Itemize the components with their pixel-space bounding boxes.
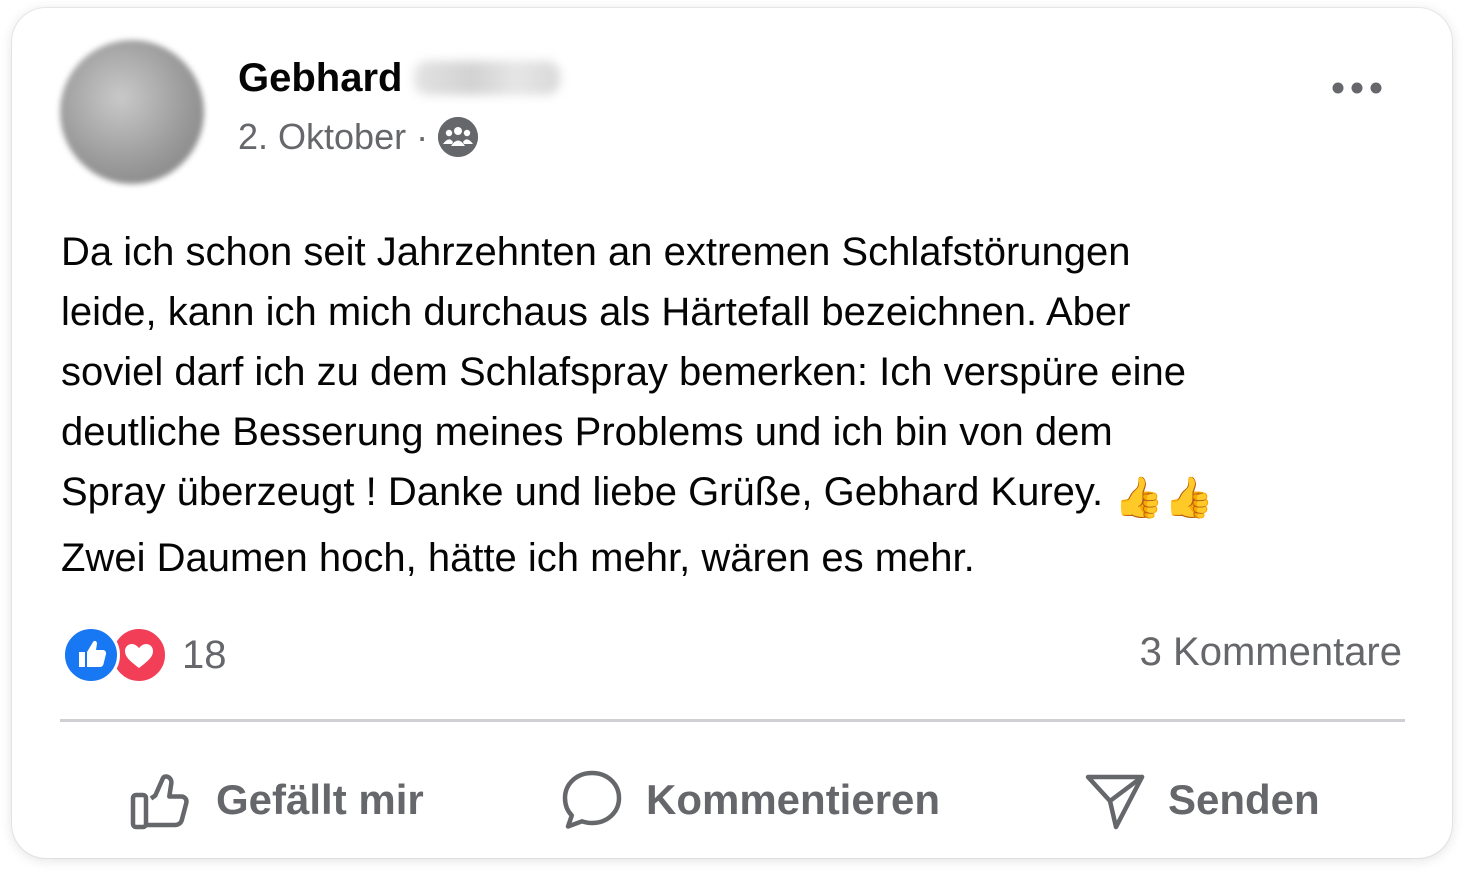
more-icon [1332, 82, 1382, 94]
like-icon [62, 626, 120, 684]
post-text: Da ich schon seit Jahrzehnten an extreme… [61, 222, 1401, 588]
send-icon [1085, 774, 1145, 830]
post-text-line: deutliche Besserung meines Problems und … [61, 410, 1113, 454]
post-meta: 2. Oktober · [238, 116, 479, 158]
divider [60, 719, 1405, 722]
send-button[interactable]: Senden [1084, 760, 1320, 840]
post-text-line: soviel darf ich zu dem Schlafspray bemer… [61, 350, 1186, 394]
meta-separator: · [416, 116, 429, 157]
group-icon[interactable] [438, 117, 479, 157]
more-options-button[interactable] [1322, 70, 1392, 106]
like-button-label: Gefällt mir [216, 776, 424, 823]
post-text-line: Zwei Daumen hoch, hätte ich mehr, wären … [61, 536, 975, 580]
comment-button[interactable]: Kommentieren [560, 760, 940, 840]
thumbs-up-icon [130, 774, 189, 830]
comment-button-label: Kommentieren [646, 776, 941, 823]
avatar[interactable] [60, 40, 204, 184]
post-card: Gebhard 2. Oktober · Da ich schon seit J… [12, 8, 1452, 858]
author-first-name[interactable]: Gebhard [238, 56, 402, 100]
post-text-line-with-emoji: Spray überzeugt ! Danke und liebe Grüße,… [61, 462, 1401, 528]
post-text-line: leide, kann ich mich durchaus als Härtef… [61, 290, 1131, 334]
post-date[interactable]: 2. Oktober [238, 116, 406, 158]
like-button[interactable]: Gefällt mir [130, 760, 424, 840]
post-text-segment: Spray überzeugt ! Danke und liebe Grüße,… [61, 470, 1104, 514]
speech-bubble-icon [562, 770, 622, 829]
thumbs-up-emoji: 👍👍 [1114, 476, 1214, 520]
post-text-line: Da ich schon seit Jahrzehnten an extreme… [61, 230, 1131, 274]
reactions-summary[interactable]: 18 [62, 626, 227, 684]
blurred-surname [414, 61, 561, 95]
send-button-label: Senden [1168, 776, 1320, 823]
reaction-count: 18 [182, 632, 227, 677]
author-name[interactable]: Gebhard [238, 56, 561, 101]
comments-count-link[interactable]: 3 Kommentare [1140, 630, 1402, 675]
